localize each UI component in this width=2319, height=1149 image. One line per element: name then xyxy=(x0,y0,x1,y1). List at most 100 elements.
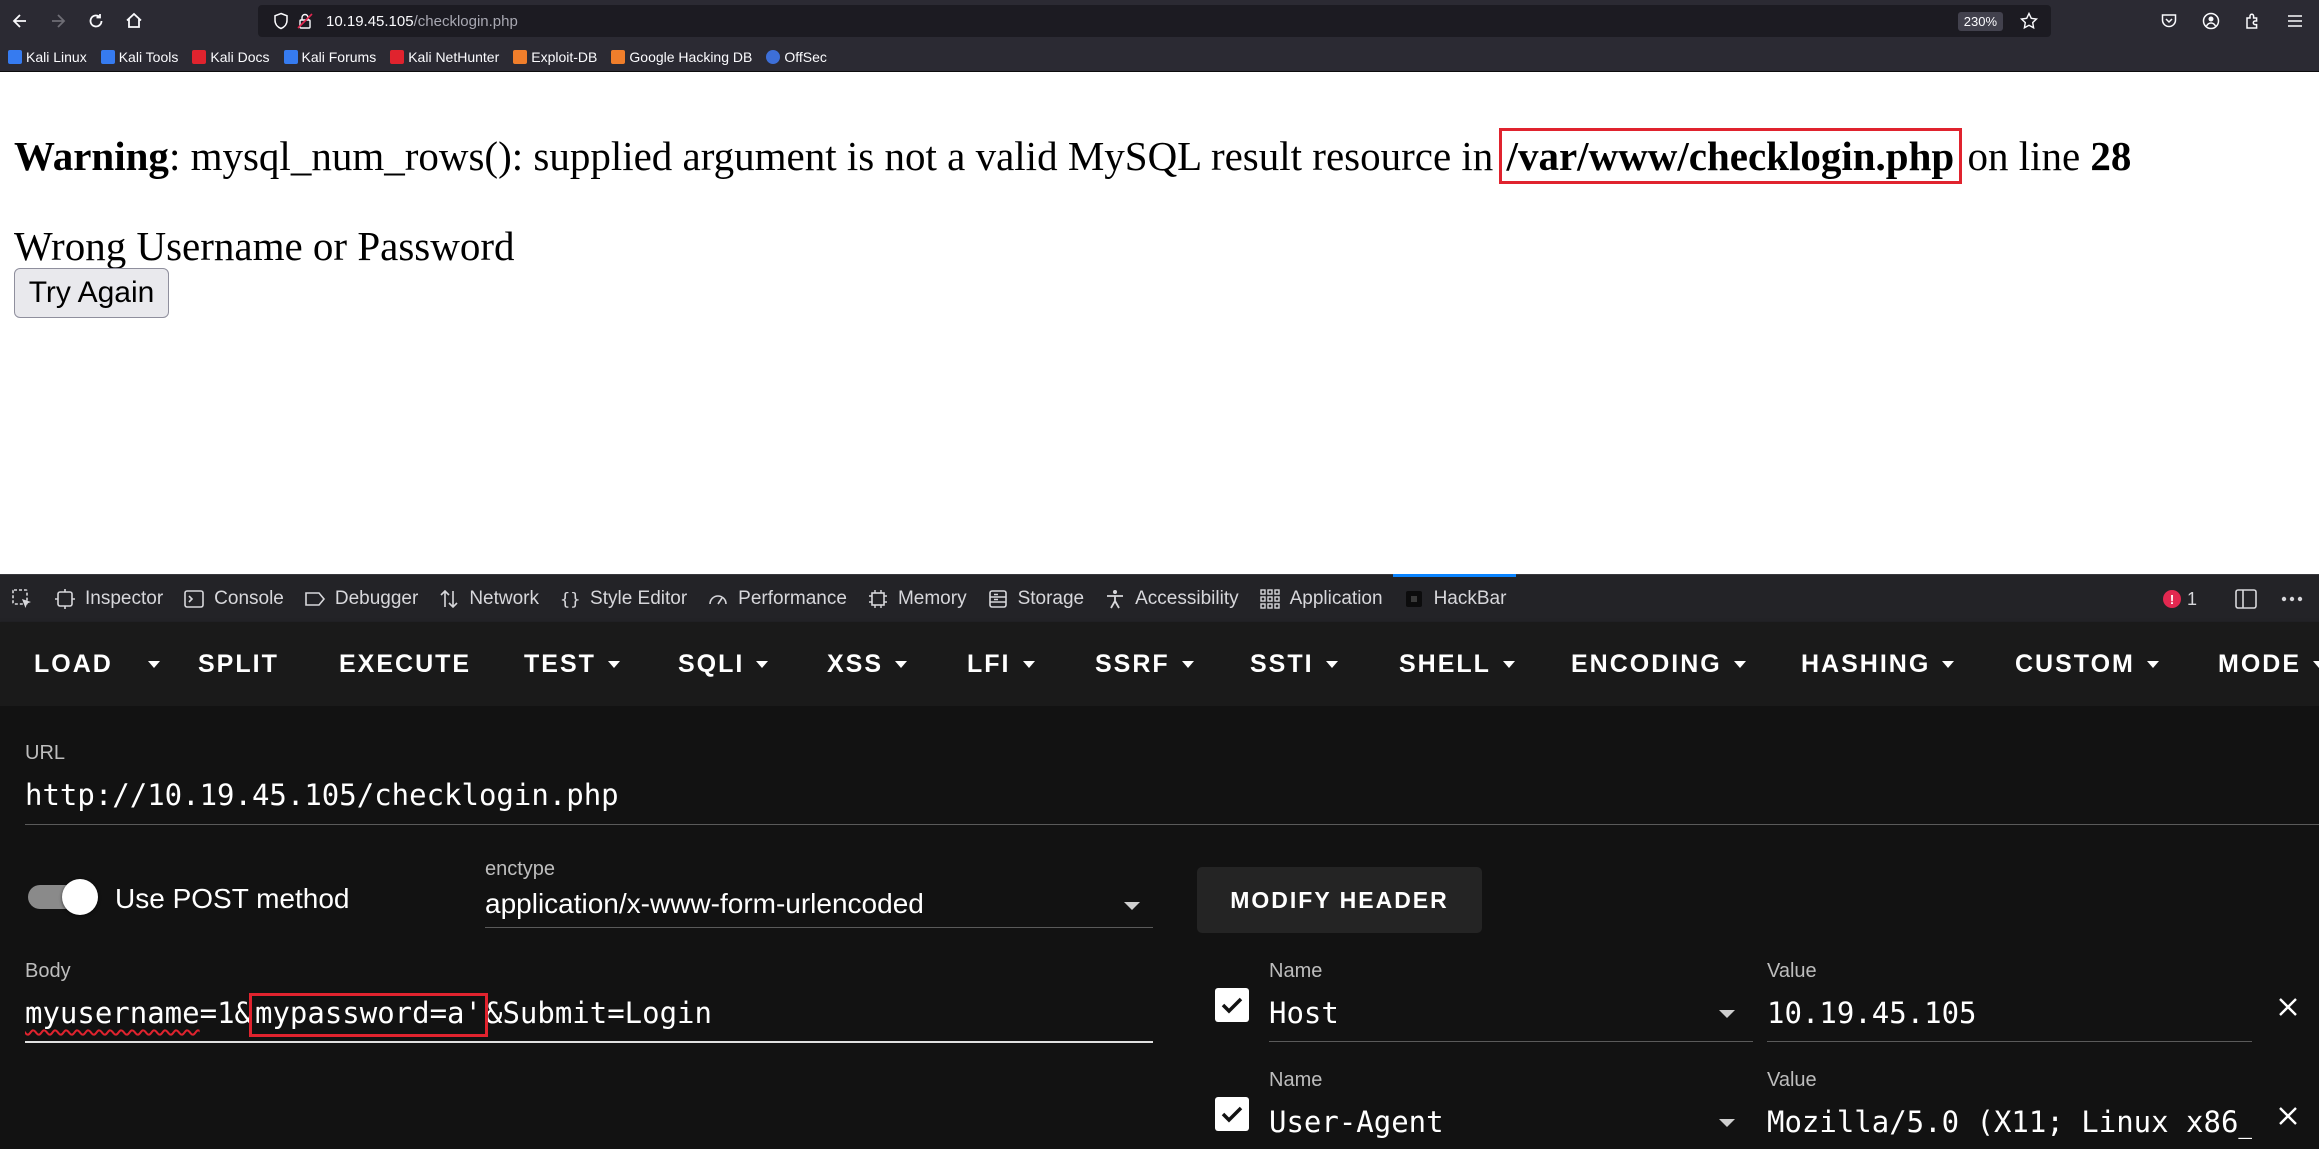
enctype-select[interactable]: application/x-www-form-urlencoded xyxy=(485,888,924,920)
element-picker-icon[interactable] xyxy=(0,575,44,623)
toggle-knob xyxy=(62,879,98,915)
forward-icon[interactable] xyxy=(40,3,76,39)
body-field-label: Body xyxy=(25,960,71,982)
header-user-agent-name[interactable]: User-Agent xyxy=(1269,1105,1444,1139)
header-user-agent-value[interactable]: Mozilla/5.0 (X11; Linux x86_ xyxy=(1767,1105,2252,1139)
hackbar-menu: LOAD SPLIT EXECUTE TEST SQLI XSS LFI SSR… xyxy=(0,622,2319,706)
hackbar-load-button[interactable]: LOAD xyxy=(22,622,125,706)
header-user-agent-checkbox[interactable] xyxy=(1215,1097,1249,1131)
tab-inspector[interactable]: Inspector xyxy=(44,575,173,623)
header-value-underline xyxy=(1767,1041,2252,1042)
bookmark-kali-nethunter[interactable]: Kali NetHunter xyxy=(390,49,499,65)
tab-application[interactable]: Application xyxy=(1249,575,1393,623)
reload-icon[interactable] xyxy=(78,3,114,39)
dock-side-icon[interactable] xyxy=(2233,586,2259,612)
storage-icon xyxy=(988,589,1007,608)
tab-memory[interactable]: Memory xyxy=(857,575,977,623)
body-value-username: =1& xyxy=(199,996,252,1030)
hackbar-ssrf-menu[interactable]: SSRF xyxy=(1083,622,1206,706)
chevron-down-icon xyxy=(756,660,769,668)
chevron-down-icon[interactable] xyxy=(1719,1119,1735,1127)
post-method-toggle[interactable] xyxy=(28,879,98,915)
pocket-icon[interactable] xyxy=(2151,3,2187,39)
hackbar-split-button[interactable]: SPLIT xyxy=(186,622,291,706)
lock-insecure-icon[interactable] xyxy=(296,12,314,30)
header-host-name[interactable]: Host xyxy=(1269,996,1339,1030)
hackbar-ssti-menu[interactable]: SSTI xyxy=(1238,622,1350,706)
chevron-down-icon xyxy=(2146,660,2159,668)
hackbar-shell-menu[interactable]: SHELL xyxy=(1387,622,1527,706)
bookmark-kali-docs[interactable]: Kali Docs xyxy=(192,49,270,65)
body-param-password-highlight: mypassword=a' xyxy=(249,993,488,1037)
bookmark-kali-linux[interactable]: Kali Linux xyxy=(8,49,87,65)
body-field[interactable]: myusername=1& mypassword=a' &Submit=Login xyxy=(25,993,712,1037)
chevron-down-icon[interactable] xyxy=(1719,1010,1735,1018)
tab-storage[interactable]: Storage xyxy=(977,575,1095,623)
bookmark-star-icon[interactable] xyxy=(2019,11,2039,31)
close-icon[interactable] xyxy=(2276,1104,2300,1128)
warning-text: : mysql_num_rows(): supplied argument is… xyxy=(168,133,1504,179)
hackbar-body: URL http://10.19.45.105/checklogin.php U… xyxy=(0,706,2319,1149)
hackbar-execute-button[interactable]: EXECUTE xyxy=(327,622,483,706)
console-icon xyxy=(184,589,204,608)
kali-dragon-icon xyxy=(8,49,22,64)
performance-icon xyxy=(709,594,727,604)
chevron-down-icon[interactable] xyxy=(1124,902,1140,910)
extensions-icon[interactable] xyxy=(2235,3,2271,39)
tab-debugger[interactable]: Debugger xyxy=(294,575,428,623)
bookmark-offsec[interactable]: OffSec xyxy=(766,49,827,65)
bookmarks-bar: Kali Linux Kali Tools Kali Docs Kali For… xyxy=(0,42,2319,72)
hackbar-mode-menu[interactable]: MODE xyxy=(2206,622,2319,706)
try-again-button[interactable]: Try Again xyxy=(14,268,169,318)
modify-header-button[interactable]: MODIFY HEADER xyxy=(1197,867,1482,933)
hackbar-encoding-menu[interactable]: ENCODING xyxy=(1559,622,1758,706)
tab-console[interactable]: Console xyxy=(173,575,294,623)
header-host-value[interactable]: 10.19.45.105 xyxy=(1767,996,2252,1030)
memory-icon xyxy=(868,589,887,608)
url-field[interactable]: http://10.19.45.105/checklogin.php xyxy=(25,778,619,812)
hackbar-test-menu[interactable]: TEST xyxy=(512,622,632,706)
bookmark-kali-forums[interactable]: Kali Forums xyxy=(283,49,376,65)
chevron-down-icon xyxy=(895,660,908,668)
kali-forums-icon xyxy=(283,49,298,64)
chevron-down-icon xyxy=(2313,660,2319,668)
chevron-down-icon xyxy=(1942,660,1955,668)
back-icon[interactable] xyxy=(2,3,38,39)
bookmark-exploit-db[interactable]: Exploit-DB xyxy=(513,49,597,65)
header-host-checkbox[interactable] xyxy=(1215,988,1249,1022)
more-options-icon[interactable] xyxy=(2279,586,2305,612)
hackbar-load-dropdown[interactable] xyxy=(136,622,172,706)
url-bar[interactable]: 10.19.45.105/checklogin.php 230% xyxy=(258,5,2051,37)
tab-accessibility[interactable]: Accessibility xyxy=(1094,575,1248,623)
menu-icon[interactable] xyxy=(2277,3,2313,39)
ghdb-icon xyxy=(611,49,626,64)
home-icon[interactable] xyxy=(116,3,152,39)
error-count-badge[interactable]: ! 1 xyxy=(2162,589,2197,610)
chevron-down-icon xyxy=(1325,660,1338,668)
zoom-level-badge[interactable]: 230% xyxy=(1957,12,2003,31)
php-warning: Warning: mysql_num_rows(): supplied argu… xyxy=(14,128,2304,184)
tab-performance[interactable]: Performance xyxy=(697,575,857,623)
tab-network[interactable]: Network xyxy=(428,575,549,623)
warning-line-number: 28 xyxy=(2090,133,2132,179)
shield-icon[interactable] xyxy=(272,12,290,30)
hackbar-icon xyxy=(1405,590,1422,607)
account-icon[interactable] xyxy=(2193,3,2229,39)
hackbar-hashing-menu[interactable]: HASHING xyxy=(1789,622,1966,706)
inspector-icon xyxy=(55,588,75,609)
bookmark-kali-tools[interactable]: Kali Tools xyxy=(100,49,178,65)
url-text[interactable]: 10.19.45.105/checklogin.php xyxy=(326,13,518,30)
hackbar-xss-menu[interactable]: XSS xyxy=(815,622,919,706)
kali-nethunter-icon xyxy=(390,49,405,64)
close-icon[interactable] xyxy=(2276,995,2300,1019)
style-editor-icon: {} xyxy=(560,590,580,610)
hackbar-custom-menu[interactable]: CUSTOM xyxy=(2003,622,2171,706)
tab-style-editor[interactable]: {} Style Editor xyxy=(549,575,697,623)
checkmark-icon xyxy=(1221,997,1243,1014)
bookmark-google-hacking-db[interactable]: Google Hacking DB xyxy=(611,49,752,65)
tab-hackbar[interactable]: HackBar xyxy=(1392,573,1517,623)
chevron-down-icon xyxy=(1733,660,1746,668)
hackbar-lfi-menu[interactable]: LFI xyxy=(955,622,1047,706)
hackbar-sqli-menu[interactable]: SQLI xyxy=(666,622,780,706)
checkmark-icon xyxy=(1221,1106,1243,1123)
